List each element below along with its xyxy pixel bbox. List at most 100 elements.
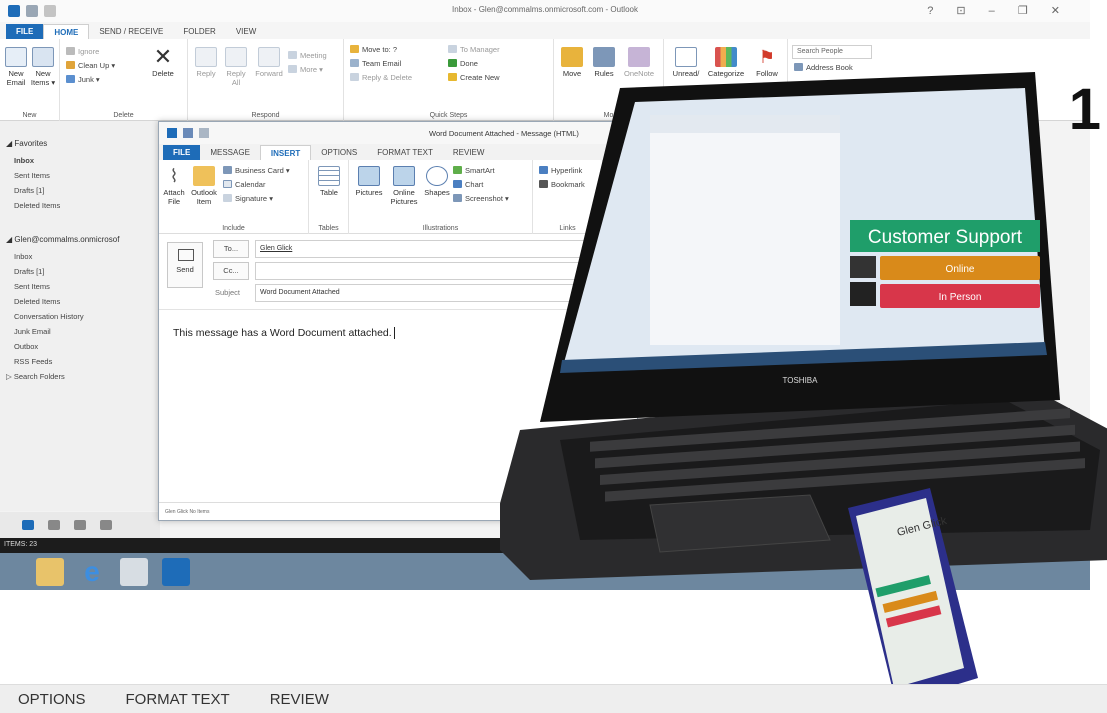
folder-conversation-history[interactable]: Conversation History xyxy=(0,309,160,324)
junk-button[interactable]: Junk ▾ xyxy=(66,75,100,85)
signature-button[interactable]: Signature ▾ xyxy=(223,194,273,204)
reply-all-label: Reply All xyxy=(226,69,246,87)
more-icon xyxy=(288,65,297,73)
reply-label: Reply xyxy=(196,69,216,78)
meeting-icon xyxy=(288,51,297,59)
folder-junk-email[interactable]: Junk Email xyxy=(0,324,160,339)
compose-tab-message[interactable]: MESSAGE xyxy=(200,145,260,160)
bottom-tab-format-text[interactable]: FORMAT TEXT xyxy=(126,691,230,708)
create-new-label: Create New xyxy=(460,73,500,82)
signature-label: Signature ▾ xyxy=(235,194,273,203)
business-card-label: Business Card ▾ xyxy=(235,166,290,175)
group-respond: Reply Reply All Forward Meeting More ▾ R… xyxy=(188,39,344,121)
rules-icon xyxy=(593,47,615,67)
favorite-deleted-items[interactable]: Deleted Items xyxy=(0,198,160,213)
folder-deleted-items[interactable]: Deleted Items xyxy=(0,294,160,309)
smartart-button[interactable]: SmartArt xyxy=(453,166,495,176)
reply-delete-label: Reply & Delete xyxy=(362,73,413,82)
favorite-inbox[interactable]: Inbox xyxy=(0,153,160,168)
calendar-button[interactable]: Calendar xyxy=(223,180,265,190)
internet-explorer-icon[interactable]: e xyxy=(78,557,106,586)
search-people-input[interactable]: Search People xyxy=(792,45,872,59)
mail-icon[interactable] xyxy=(22,520,34,530)
title-bar: Inbox - Glen@commalms.onmicrosoft.com - … xyxy=(0,0,1090,22)
table-button[interactable]: Table xyxy=(315,166,343,197)
shapes-button[interactable]: Shapes xyxy=(423,166,451,197)
send-label: Send xyxy=(176,265,194,274)
new-email-button[interactable]: New Email xyxy=(3,47,29,87)
business-card-button[interactable]: Business Card ▾ xyxy=(223,166,290,176)
quickstep-team-email[interactable]: Team Email xyxy=(350,59,401,69)
message-body[interactable]: This message has a Word Document attache… xyxy=(173,327,395,339)
subject-label: Subject xyxy=(215,288,241,297)
group-delete: Ignore Clean Up ▾ Junk ▾ ✕ Delete Delete xyxy=(60,39,188,121)
tab-send-receive[interactable]: SEND / RECEIVE xyxy=(89,24,173,39)
compose-tab-format-text[interactable]: FORMAT TEXT xyxy=(367,145,443,160)
pictures-button[interactable]: Pictures xyxy=(353,166,385,197)
delete-x-icon: ✕ xyxy=(153,44,173,69)
online-pictures-button[interactable]: Online Pictures xyxy=(387,166,421,206)
folder-search-folders[interactable]: ▷ Search Folders xyxy=(0,369,160,384)
folder-outbox[interactable]: Outbox xyxy=(0,339,160,354)
chart-button[interactable]: Chart xyxy=(453,180,483,190)
delete-button[interactable]: ✕ Delete xyxy=(146,44,180,79)
account-header[interactable]: ◢ Glen@commalms.onmicrosof xyxy=(0,229,160,249)
more-respond-button[interactable]: More ▾ xyxy=(288,65,323,75)
quickstep-done[interactable]: Done xyxy=(448,59,478,69)
outlook-item-button[interactable]: Outlook Item xyxy=(187,166,221,206)
reply-icon xyxy=(195,47,217,67)
quickstep-create-new[interactable]: Create New xyxy=(448,73,500,83)
chart-icon xyxy=(453,180,462,188)
quickstep-move-to[interactable]: Move to: ? xyxy=(350,45,397,55)
outlook-taskbar-icon[interactable] xyxy=(162,557,190,586)
undo-icon[interactable] xyxy=(199,128,209,138)
tab-view[interactable]: VIEW xyxy=(226,24,266,39)
support-banner-text: Customer Support xyxy=(868,227,1023,248)
message-icon xyxy=(167,128,177,138)
bottom-tab-options[interactable]: OPTIONS xyxy=(18,691,86,708)
tab-home[interactable]: HOME xyxy=(43,24,90,39)
cc-button[interactable]: Cc... xyxy=(213,262,249,280)
tab-folder[interactable]: FOLDER xyxy=(173,24,225,39)
done-label: Done xyxy=(460,59,478,68)
send-button[interactable]: Send xyxy=(167,242,203,288)
new-items-label: New Items ▾ xyxy=(30,69,56,87)
more-label: More ▾ xyxy=(300,65,323,74)
compose-tab-options[interactable]: OPTIONS xyxy=(311,145,367,160)
folder-sent-items[interactable]: Sent Items xyxy=(0,279,160,294)
favorite-sent-items[interactable]: Sent Items xyxy=(0,168,160,183)
table-label: Table xyxy=(320,188,338,197)
meeting-button[interactable]: Meeting xyxy=(288,51,327,61)
to-button[interactable]: To... xyxy=(213,240,249,258)
folder-inbox[interactable]: Inbox xyxy=(0,249,160,264)
favorite-drafts[interactable]: Drafts [1] xyxy=(0,183,160,198)
send-envelope-icon xyxy=(178,249,194,261)
folder-drafts[interactable]: Drafts [1] xyxy=(0,264,160,279)
to-manager-label: To Manager xyxy=(460,45,500,54)
camera-app-icon[interactable] xyxy=(120,557,148,586)
favorites-header[interactable]: ◢ Favorites xyxy=(0,133,160,153)
folder-rss-feeds[interactable]: RSS Feeds xyxy=(0,354,160,369)
people-icon[interactable] xyxy=(74,520,86,530)
quickstep-reply-delete[interactable]: Reply & Delete xyxy=(350,73,412,83)
new-items-button[interactable]: New Items ▾ xyxy=(30,47,56,87)
compose-tab-insert[interactable]: INSERT xyxy=(259,145,312,160)
tasks-icon[interactable] xyxy=(100,520,112,530)
calendar-icon[interactable] xyxy=(48,520,60,530)
reply-button[interactable]: Reply xyxy=(192,47,220,78)
compose-tab-review[interactable]: REVIEW xyxy=(443,145,495,160)
screen-outlook-ribbon xyxy=(650,115,840,133)
clean-up-button[interactable]: Clean Up ▾ xyxy=(66,61,115,71)
bottom-tab-review[interactable]: REVIEW xyxy=(270,691,329,708)
reply-all-button[interactable]: Reply All xyxy=(222,47,250,87)
new-email-label: New Email xyxy=(6,69,26,87)
compose-tab-file[interactable]: FILE xyxy=(163,145,201,160)
forward-button[interactable]: Forward xyxy=(252,47,286,78)
attach-file-button[interactable]: ⌇ Attach File xyxy=(161,166,187,206)
quickstep-to-manager[interactable]: To Manager xyxy=(448,45,500,55)
window-controls[interactable]: ? ⊡ – ❐ ✕ xyxy=(927,4,1070,17)
save-icon[interactable] xyxy=(183,128,193,138)
file-explorer-icon[interactable] xyxy=(36,557,64,586)
tab-file[interactable]: FILE xyxy=(6,24,44,39)
ignore-button[interactable]: Ignore xyxy=(66,47,99,57)
